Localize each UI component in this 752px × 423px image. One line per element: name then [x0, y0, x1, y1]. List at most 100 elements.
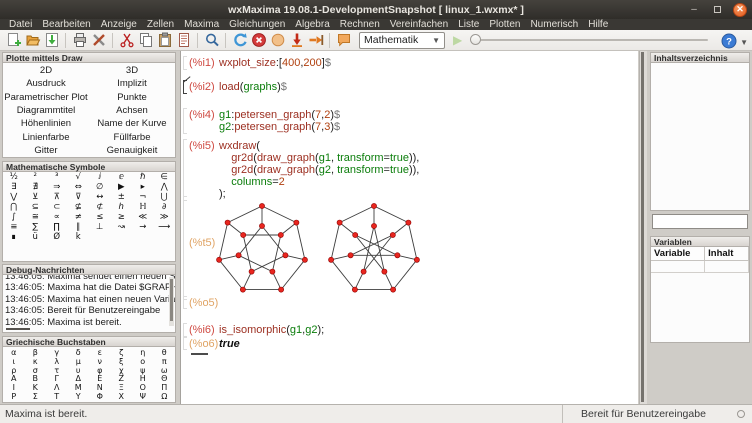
greek-letter-button[interactable]: ε [89, 348, 111, 357]
toc-filter-input[interactable] [652, 214, 748, 229]
worksheet-cell[interactable]: (%i2)load(graphs)$ [181, 81, 634, 93]
symbol-button[interactable]: ℍ [132, 202, 154, 212]
cell-code[interactable]: wxdraw( gr2d(draw_graph(g1, transform=tr… [219, 140, 634, 200]
greek-letter-button[interactable]: γ [46, 348, 68, 357]
symbol-button[interactable]: ↔ [89, 192, 111, 202]
symbol-button[interactable]: Ø [46, 232, 68, 242]
menu-item-bearbeiten[interactable]: Bearbeiten [37, 19, 95, 30]
worksheet[interactable]: (%i1)wxplot_size:[400,200]$ (%i2)load(gra… [180, 51, 638, 404]
greek-letter-button[interactable]: Λ [46, 383, 68, 392]
draw-button-parametrischer-plot[interactable]: Parametrischer Plot [3, 91, 89, 104]
find-icon[interactable] [202, 31, 221, 49]
greek-letter-button[interactable]: Φ [89, 392, 111, 401]
greek-letter-button[interactable]: σ [25, 366, 47, 375]
draw-button-punkte[interactable]: Punkte [89, 91, 175, 104]
select-all-icon[interactable] [174, 31, 193, 49]
greek-letter-button[interactable]: κ [25, 357, 47, 366]
symbol-button[interactable]: √ [68, 172, 90, 182]
draw-panel-title[interactable]: Plotte mittels Draw [2, 52, 176, 63]
cell-bracket[interactable] [183, 108, 187, 134]
symbol-button[interactable]: ≠ [68, 212, 90, 222]
cell-bracket[interactable] [183, 337, 187, 350]
worksheet-cell[interactable]: (%i5)wxdraw( gr2d(draw_graph(g1, transfo… [181, 140, 634, 200]
symbol-button[interactable]: ∎ [3, 232, 25, 242]
symbol-button[interactable]: ⟶ [154, 222, 176, 232]
copy-icon[interactable] [136, 31, 155, 49]
worksheet-cell[interactable]: (%t5) [181, 197, 634, 303]
cell-bracket[interactable] [183, 139, 187, 201]
slider-handle[interactable] [470, 34, 481, 45]
symbol-button[interactable]: ⋂ [3, 202, 25, 212]
cell-bracket[interactable] [183, 323, 187, 337]
symbols-panel-title[interactable]: Mathematische Symbole [2, 161, 176, 172]
symbol-button[interactable]: k [68, 232, 90, 242]
greek-letter-button[interactable]: η [132, 348, 154, 357]
greek-letter-button[interactable]: Ε [89, 374, 111, 383]
symbol-button[interactable]: ³ [46, 172, 68, 182]
greek-letter-button[interactable]: λ [46, 357, 68, 366]
symbol-button[interactable]: ∃ [3, 182, 25, 192]
symbol-button[interactable]: ⇔ [68, 182, 90, 192]
greek-letter-button[interactable]: Ζ [111, 374, 133, 383]
debug-hscrollbar[interactable] [6, 328, 30, 330]
symbol-button[interactable]: ≪ [132, 212, 154, 222]
symbol-button[interactable]: ∄ [25, 182, 47, 192]
symbol-button[interactable]: ⋁ [3, 192, 25, 202]
cell-code[interactable]: load(graphs)$ [219, 81, 634, 93]
greek-letter-button[interactable]: Μ [68, 383, 90, 392]
draw-button-diagrammtitel[interactable]: Diagrammtitel [3, 104, 89, 117]
debug-panel-title[interactable]: Debug-Nachrichten [2, 264, 176, 275]
symbol-button[interactable]: ℏ [132, 172, 154, 182]
menu-item-numerisch[interactable]: Numerisch [525, 19, 583, 30]
toc-panel-title[interactable]: Inhaltsverzeichnis [650, 52, 750, 63]
worksheet-cell[interactable]: (%i1)wxplot_size:[400,200]$ [181, 57, 634, 69]
greek-letter-button[interactable]: π [154, 357, 176, 366]
worksheet-cell[interactable]: (%i4)g1:petersen_graph(7,2)$g2:petersen_… [181, 109, 634, 133]
menu-item-datei[interactable]: Datei [4, 19, 37, 30]
greek-letter-button[interactable]: Π [154, 383, 176, 392]
debug-scrollbar[interactable] [169, 277, 174, 326]
symbol-button[interactable]: ⋃ [154, 192, 176, 202]
question-bubble-icon[interactable] [334, 31, 353, 49]
greek-letter-button[interactable]: Ι [3, 383, 25, 392]
greek-letter-button[interactable]: Ω [154, 392, 176, 401]
restart-maxima-icon[interactable] [230, 31, 249, 49]
menu-item-plotten[interactable]: Plotten [484, 19, 525, 30]
symbol-button[interactable]: ⋀ [154, 182, 176, 192]
symbol-button[interactable]: ² [25, 172, 47, 182]
greek-letter-button[interactable]: ω [154, 366, 176, 375]
symbol-button[interactable]: ⇒ [46, 182, 68, 192]
save-icon[interactable] [42, 31, 61, 49]
greek-letter-button[interactable]: χ [111, 366, 133, 375]
symbol-button[interactable]: ½ [3, 172, 25, 182]
greek-letter-button[interactable]: Τ [46, 392, 68, 401]
symbol-button[interactable]: ≅ [25, 212, 47, 222]
symbol-button[interactable]: ⅈ [89, 172, 111, 182]
symbol-button[interactable]: ¬ [132, 192, 154, 202]
symbol-button[interactable]: ü [25, 232, 47, 242]
symbol-button[interactable]: ∑ [25, 222, 47, 232]
menu-item-gleichungen[interactable]: Gleichungen [224, 19, 290, 30]
greek-letter-button[interactable]: Ο [132, 383, 154, 392]
symbol-button[interactable]: ⊽ [68, 192, 90, 202]
variables-panel-title[interactable]: Variablen [650, 236, 750, 247]
greek-letter-button[interactable]: ν [89, 357, 111, 366]
cell-bracket[interactable] [183, 296, 187, 309]
greek-letter-button[interactable]: Η [132, 374, 154, 383]
draw-button-gitter[interactable]: Gitter [3, 144, 89, 157]
cell-style-select[interactable]: Mathematik ▼ [359, 32, 445, 49]
draw-button-name-der-kurve[interactable]: Name der Kurve [89, 117, 175, 130]
symbol-button[interactable]: ⊼ [46, 192, 68, 202]
cell-code[interactable]: is_isomorphic(g1,g2); [219, 324, 634, 336]
draw-button-2d[interactable]: 2D [3, 64, 89, 77]
follow-icon[interactable] [268, 31, 287, 49]
symbol-button[interactable]: ∝ [46, 212, 68, 222]
draw-button-genauigkeit[interactable]: Genauigkeit [89, 144, 175, 157]
symbol-button[interactable]: ≤ [89, 212, 111, 222]
greek-letter-button[interactable]: ρ [3, 366, 25, 375]
symbol-button[interactable]: ▶ [111, 182, 133, 192]
menu-item-rechnen[interactable]: Rechnen [335, 19, 385, 30]
menu-item-maxima[interactable]: Maxima [179, 19, 224, 30]
symbol-button[interactable]: ⊈ [68, 202, 90, 212]
symbol-button[interactable]: ∅ [89, 182, 111, 192]
